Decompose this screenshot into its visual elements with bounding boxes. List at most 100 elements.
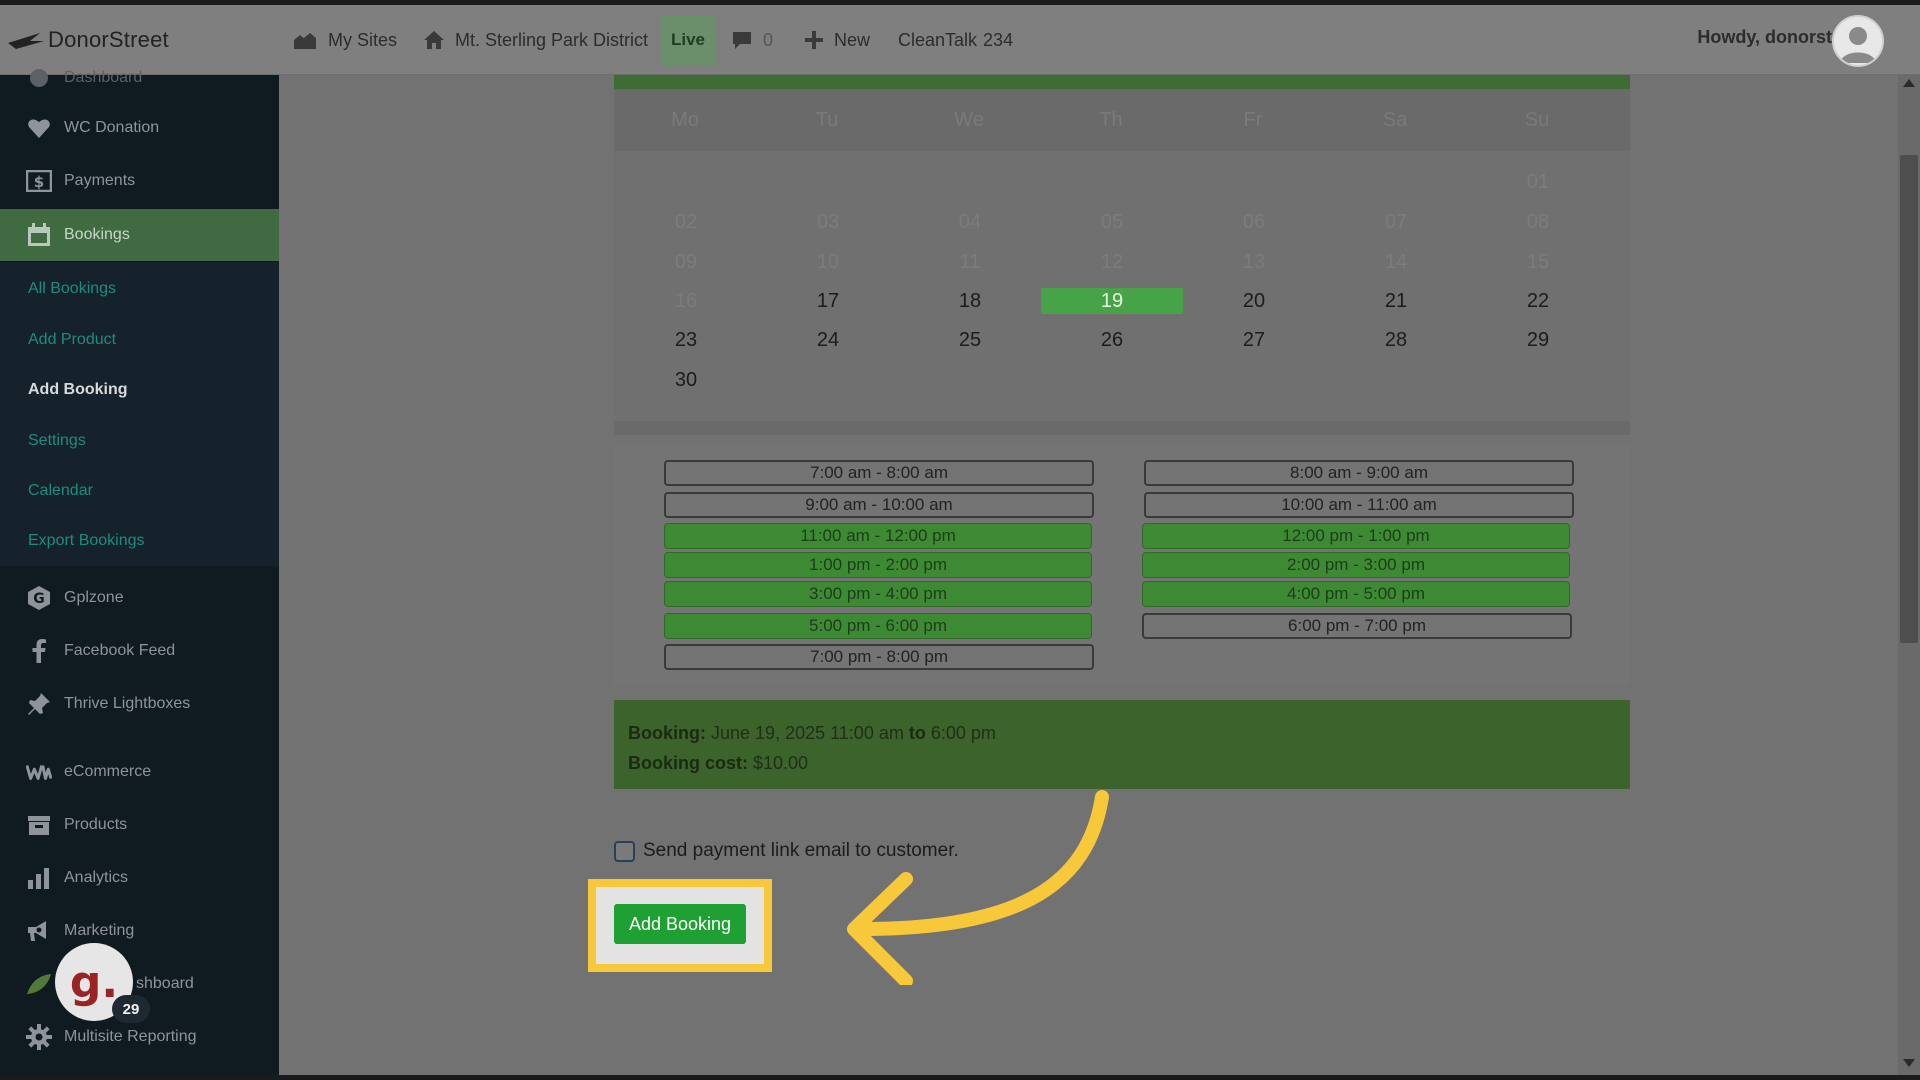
sidebar-item-marketing[interactable]: Marketing — [0, 905, 279, 957]
logo-icon — [8, 33, 44, 49]
calendar-day[interactable]: 06 — [1183, 211, 1325, 234]
time-slot[interactable]: 7:00 am - 8:00 am — [664, 460, 1094, 486]
calendar-day[interactable]: 30 — [615, 369, 757, 392]
sidebar-item-products[interactable]: Products — [0, 799, 279, 851]
submenu-settings[interactable]: Settings — [28, 432, 86, 450]
calendar-day[interactable]: 08 — [1467, 211, 1609, 234]
calendar-day[interactable]: 18 — [899, 290, 1041, 313]
calendar-day[interactable]: 17 — [757, 290, 899, 313]
scroll-down-icon[interactable] — [1902, 1057, 1916, 1069]
calendar-day[interactable]: 07 — [1325, 211, 1467, 234]
time-slot[interactable]: 7:00 pm - 8:00 pm — [664, 644, 1094, 670]
weekday-header: Su — [1524, 109, 1550, 131]
sidebar-label: Products — [64, 816, 128, 833]
svg-text:G: G — [33, 591, 45, 607]
sidebar-item-thrive-lightboxes[interactable]: Thrive Lightboxes — [0, 678, 279, 730]
brand-logo[interactable]: DonorStreet — [6, 25, 169, 55]
calendar-day[interactable]: 14 — [1325, 251, 1467, 274]
calendar-day[interactable]: 11 — [899, 251, 1041, 274]
calendar-day[interactable]: 16 — [615, 290, 757, 313]
new-menu[interactable]: New — [804, 23, 870, 57]
add-booking-button[interactable]: Add Booking — [614, 904, 746, 944]
cost-label: Booking cost: — [628, 753, 748, 773]
calendar-header-bar — [614, 75, 1630, 89]
calendar-day[interactable]: 23 — [615, 329, 757, 352]
booking-summary: Booking: June 19, 2025 11:00 am to 6:00 … — [614, 700, 1630, 789]
sidebar-item-wc-donation[interactable]: WC Donation — [0, 102, 279, 154]
calendar-day[interactable]: 13 — [1183, 251, 1325, 274]
time-slot-selected[interactable]: 1:00 pm - 2:00 pm — [664, 552, 1092, 578]
calendar-day[interactable]: 24 — [757, 329, 899, 352]
svg-text:$: $ — [34, 173, 44, 191]
calendar-day[interactable]: 22 — [1467, 290, 1609, 313]
calendar-day[interactable]: 25 — [899, 329, 1041, 352]
calendar-day[interactable]: 15 — [1467, 251, 1609, 274]
scroll-up-icon[interactable] — [1902, 77, 1916, 89]
calendar-day[interactable]: 26 — [1041, 329, 1183, 352]
home-icon — [424, 31, 444, 49]
calendar-day[interactable]: 27 — [1183, 329, 1325, 352]
calendar-day[interactable]: 02 — [615, 211, 757, 234]
submenu-add-booking[interactable]: Add Booking — [28, 381, 128, 399]
submenu-export-bookings[interactable]: Export Bookings — [28, 532, 145, 550]
time-slot-selected[interactable]: 4:00 pm - 5:00 pm — [1142, 581, 1570, 607]
time-slot[interactable]: 6:00 pm - 7:00 pm — [1142, 613, 1572, 639]
calendar-day-selected[interactable]: 19 — [1041, 288, 1183, 314]
avatar[interactable] — [1832, 15, 1884, 67]
time-slot[interactable]: 10:00 am - 11:00 am — [1144, 492, 1574, 518]
my-sites-label: My Sites — [328, 29, 398, 50]
time-slot-selected[interactable]: 5:00 pm - 6:00 pm — [664, 613, 1092, 639]
calendar-day[interactable]: 01 — [1467, 171, 1609, 194]
time-slot-selected[interactable]: 3:00 pm - 4:00 pm — [664, 581, 1092, 607]
cost-value: $10.00 — [753, 753, 809, 773]
bookings-submenu: All Bookings Add Product Add Booking Set… — [0, 262, 279, 566]
calendar-day[interactable]: 10 — [757, 251, 899, 274]
calendar-footer — [614, 421, 1630, 435]
calendar-day[interactable]: 21 — [1325, 290, 1467, 313]
calendar-day[interactable]: 12 — [1041, 251, 1183, 274]
submenu-add-product[interactable]: Add Product — [28, 331, 116, 349]
to-label: to — [908, 723, 926, 743]
submenu-all-bookings[interactable]: All Bookings — [28, 280, 116, 298]
howdy-user[interactable]: Howdy, donorst — [1697, 27, 1832, 48]
sidebar-label: Payments — [64, 172, 136, 189]
comment-icon — [733, 32, 751, 49]
new-label: New — [834, 29, 871, 50]
sidebar-item-gplzone[interactable]: G Gplzone — [0, 572, 279, 624]
calendar-day[interactable]: 05 — [1041, 211, 1183, 234]
sidebar-label: shboard — [136, 975, 194, 992]
calendar-day[interactable]: 09 — [615, 251, 757, 274]
time-slot-selected[interactable]: 2:00 pm - 3:00 pm — [1142, 552, 1570, 578]
time-slot-selected[interactable]: 12:00 pm - 1:00 pm — [1142, 523, 1570, 549]
submenu-calendar[interactable]: Calendar — [28, 482, 93, 500]
scrollbar-thumb[interactable] — [1900, 155, 1918, 643]
send-payment-email-checkbox[interactable] — [614, 840, 635, 862]
box-icon — [26, 812, 52, 838]
sidebar-label: Facebook Feed — [64, 642, 176, 659]
calendar-day[interactable]: 03 — [757, 211, 899, 234]
sidebar-label: Gplzone — [64, 589, 124, 606]
heart-icon — [26, 115, 52, 141]
time-slot-selected[interactable]: 11:00 am - 12:00 pm — [664, 523, 1092, 549]
calendar-day[interactable]: 04 — [899, 211, 1041, 234]
cleantalk-count: 234 — [983, 29, 1014, 50]
calendar-day[interactable]: 29 — [1467, 329, 1609, 352]
booking-end: 6:00 pm — [930, 723, 996, 743]
time-slot[interactable]: 9:00 am - 10:00 am — [664, 492, 1094, 518]
sidebar-item-dashboard[interactable]: Dashboard — [0, 63, 279, 93]
sidebar-item-analytics[interactable]: Analytics — [0, 852, 279, 904]
sidebar-item-payments[interactable]: $ Payments — [0, 155, 279, 207]
cleantalk-menu[interactable]: CleanTalk 234 — [898, 23, 1013, 57]
sidebar-label: Analytics — [64, 869, 129, 886]
time-slot[interactable]: 8:00 am - 9:00 am — [1144, 460, 1574, 486]
calendar-day[interactable]: 28 — [1325, 329, 1467, 352]
calendar-day[interactable]: 20 — [1183, 290, 1325, 313]
comments-menu[interactable]: 0 — [731, 23, 773, 57]
my-sites-menu[interactable]: My Sites — [292, 23, 397, 57]
site-name-menu[interactable]: Mt. Sterling Park District — [423, 23, 648, 57]
sidebar-item-facebook-feed[interactable]: Facebook Feed — [0, 625, 279, 677]
sidebar-item-bookings[interactable]: Bookings — [0, 209, 279, 261]
live-badge[interactable]: Live — [661, 15, 715, 65]
plus-icon — [805, 31, 823, 49]
sidebar-item-ecommerce[interactable]: eCommerce — [0, 746, 279, 798]
